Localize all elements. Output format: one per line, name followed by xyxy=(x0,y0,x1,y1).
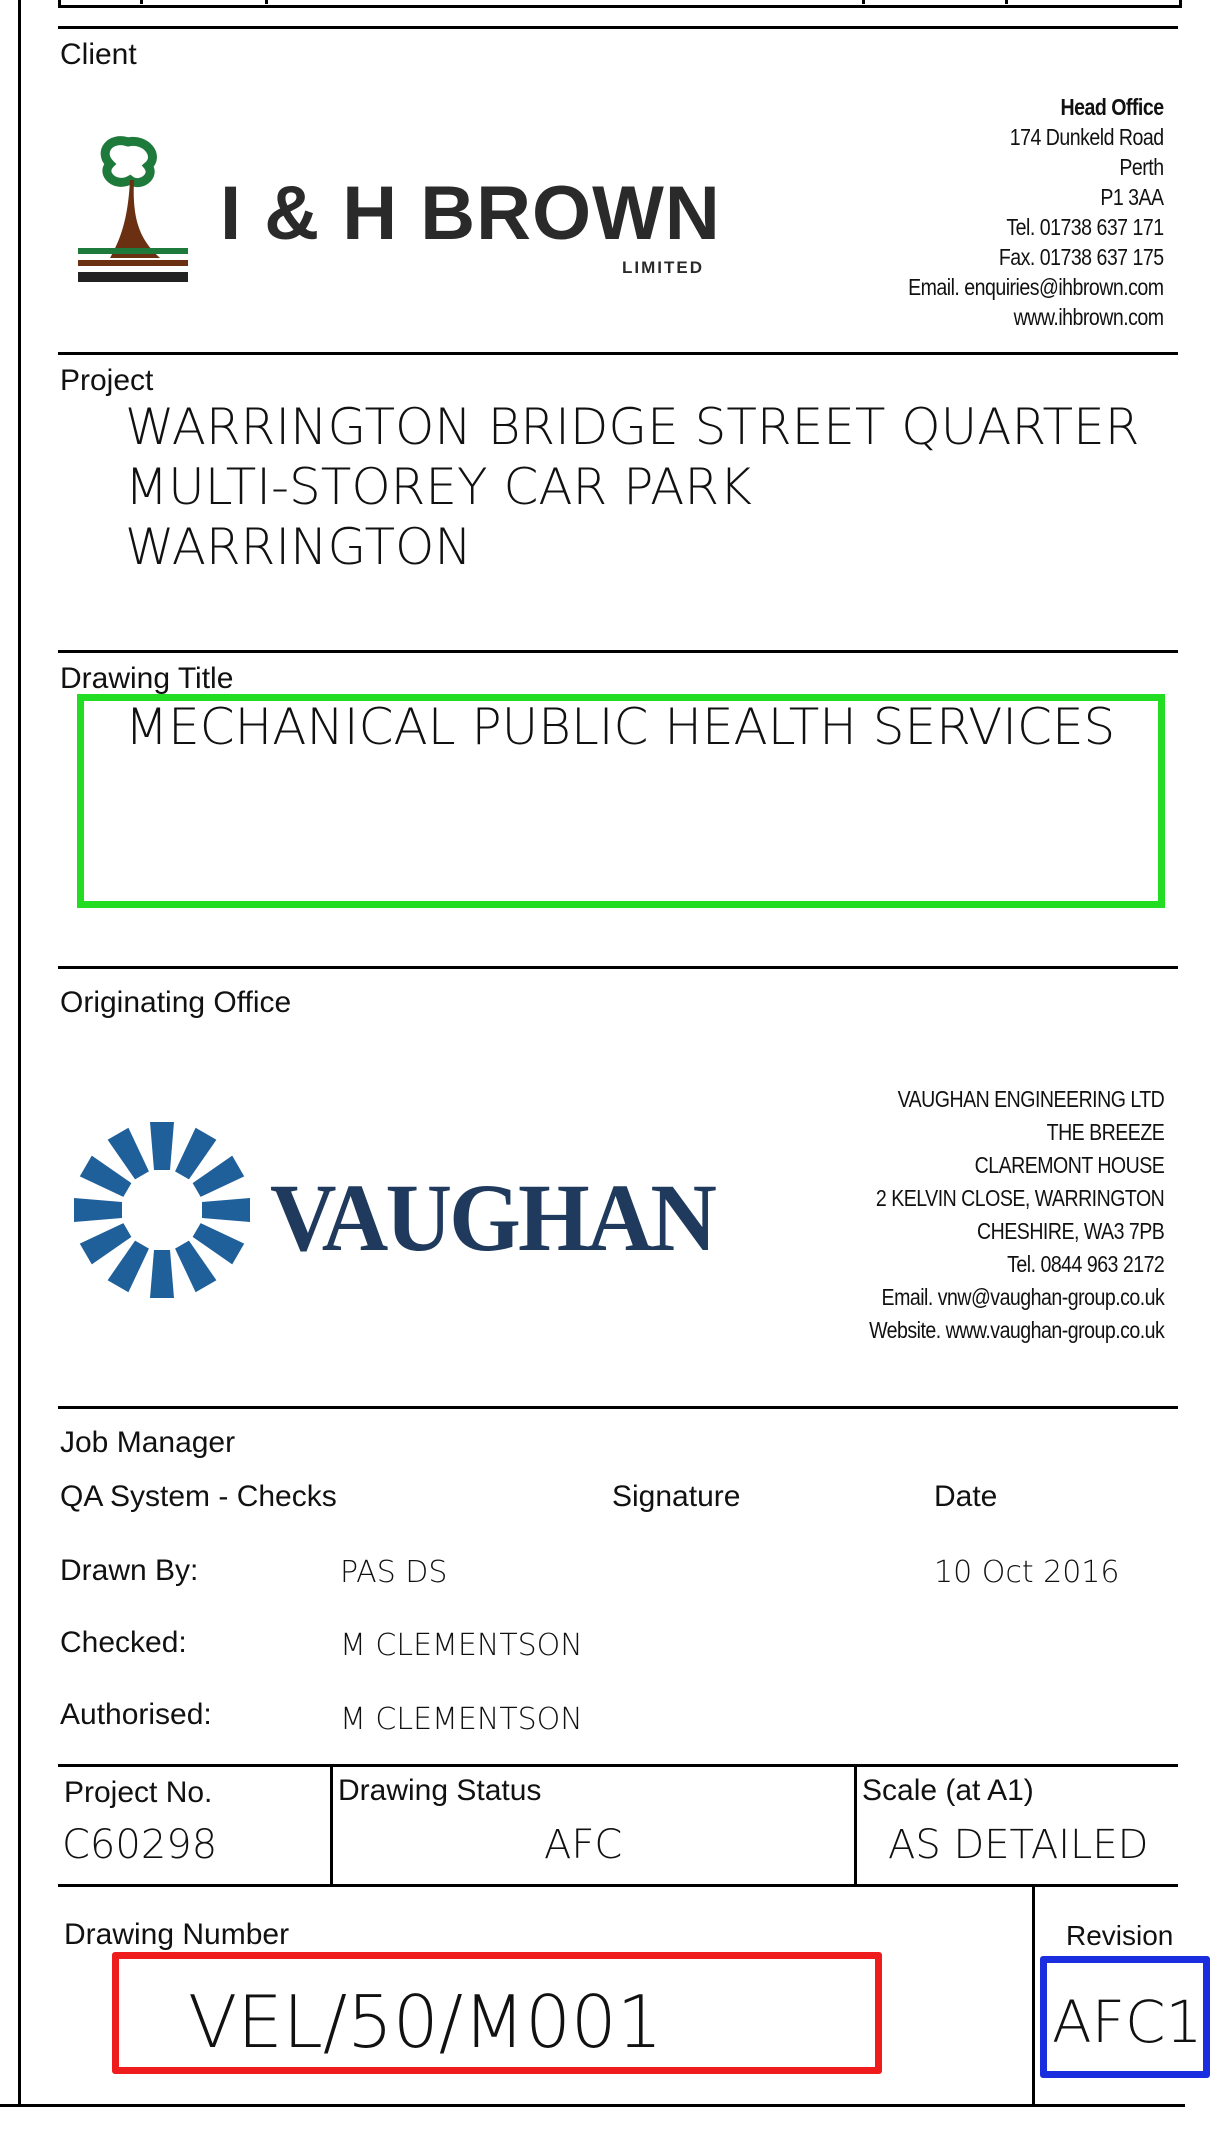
checked-name: M CLEMENTSON xyxy=(340,1628,583,1663)
client-address: Head Office 174 Dunkeld Road Perth P1 3A… xyxy=(908,94,1165,330)
divider-project xyxy=(58,650,1178,653)
date-label: Date xyxy=(934,1480,998,1513)
drawn-by-label: Drawn By: xyxy=(60,1554,199,1587)
drawing-title-label: Drawing Title xyxy=(60,662,234,695)
drawn-date: 10 Oct 2016 xyxy=(934,1555,1120,1590)
top-table-remnant xyxy=(58,0,1182,8)
checked-label: Checked: xyxy=(60,1626,187,1659)
authorised-label: Authorised: xyxy=(60,1698,212,1731)
tree-icon xyxy=(78,136,188,282)
project-line-2: MULTI-STOREY CAR PARK xyxy=(125,458,752,516)
drawing-status-label: Drawing Status xyxy=(338,1774,542,1807)
scale-label: Scale (at A1) xyxy=(862,1774,1034,1807)
revision-label: Revision xyxy=(1066,1920,1174,1951)
divider-office xyxy=(58,1406,1178,1409)
scale-value: AS DETAILED xyxy=(888,1822,1149,1868)
signature-label: Signature xyxy=(612,1480,741,1513)
divider-client xyxy=(58,352,1178,355)
ihbrown-logo-text: I & H BROWN xyxy=(220,171,721,256)
project-no-label: Project No. xyxy=(64,1776,213,1809)
drawing-number-label: Drawing Number xyxy=(64,1918,290,1951)
divider-job xyxy=(58,1764,1178,1767)
drawing-title-value: MECHANICAL PUBLIC HEALTH SERVICES xyxy=(125,698,1116,756)
divider-info xyxy=(58,1884,1178,1887)
drawn-by-name: PAS DS xyxy=(340,1555,448,1590)
job-manager-label: Job Manager xyxy=(60,1426,236,1459)
project-no-value: C60298 xyxy=(62,1822,218,1868)
vaughan-logo: VAUGHAN xyxy=(72,1120,732,1310)
vaughan-logo-text: VAUGHAN xyxy=(270,1164,717,1271)
project-label: Project xyxy=(60,364,154,397)
divider-title xyxy=(58,966,1178,969)
starburst-icon xyxy=(74,1122,250,1298)
drawing-status-value: AFC xyxy=(544,1822,623,1868)
authorised-name: M CLEMENTSON xyxy=(340,1702,583,1737)
revision-value: AFC1 xyxy=(1052,1988,1203,2056)
originating-office-label: Originating Office xyxy=(60,986,292,1019)
ihbrown-logo-sub: LIMITED xyxy=(622,258,704,277)
drawing-number-value: VEL/50/M001 xyxy=(188,1980,663,2064)
vaughan-address: VAUGHAN ENGINEERING LTD THE BREEZE CLARE… xyxy=(868,1086,1165,1343)
project-line-1: WARRINGTON BRIDGE STREET QUARTER xyxy=(125,398,1140,456)
qa-system-label: QA System - Checks xyxy=(60,1480,337,1513)
frame-left xyxy=(18,0,21,2105)
frame-bottom xyxy=(0,2104,1185,2107)
client-label: Client xyxy=(60,38,137,71)
project-line-3: WARRINGTON xyxy=(125,518,472,576)
ihbrown-logo: I & H BROWN LIMITED xyxy=(70,130,730,290)
